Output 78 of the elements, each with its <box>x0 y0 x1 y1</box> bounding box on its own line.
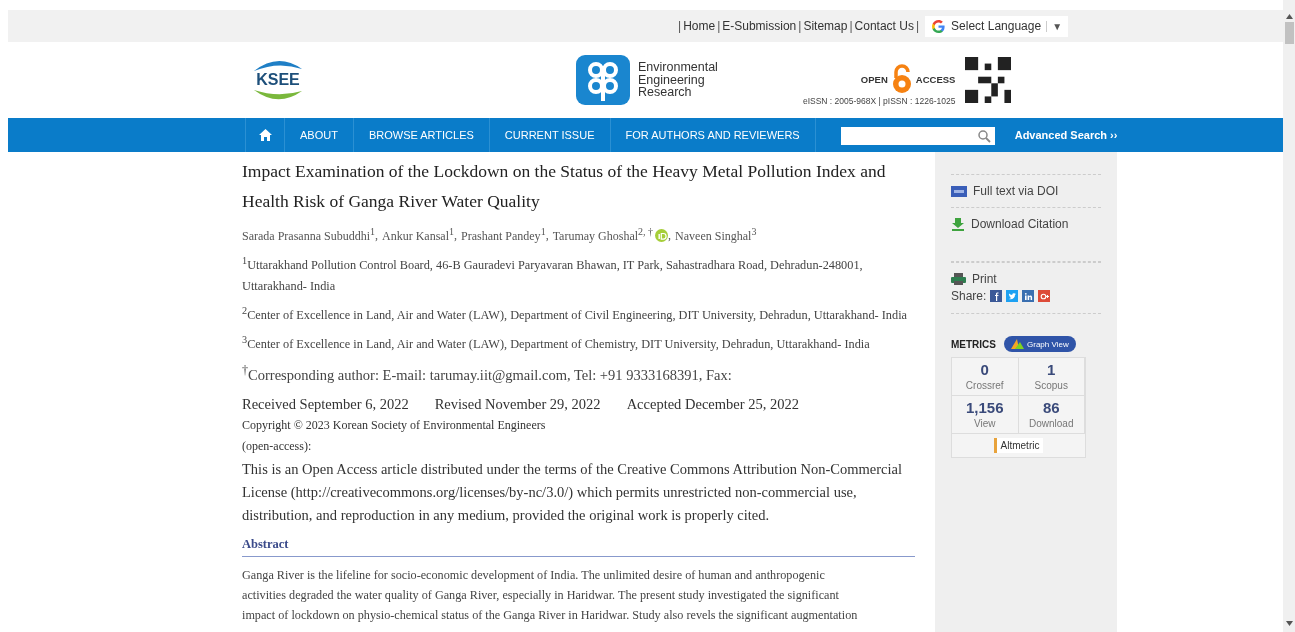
article-title: Impact Examination of the Lockdown on the Status of the Heavy Metal Pollution Index and Health Risk of Ganga River Water Quality <box>242 160 887 213</box>
share-label: Share: <box>951 289 987 303</box>
abstract-text: Ganga River is the lifeline for socio-economic development of India. The unlimited desire of human and anthropogenic <box>242 567 826 585</box>
side-link[interactable]: Download Citation <box>951 217 1101 231</box>
ksee-logo[interactable]: KSEE <box>248 58 308 102</box>
search-icon <box>977 129 991 143</box>
home-icon[interactable] <box>245 118 285 152</box>
author-name[interactable]: Sarada Prasanna Subuddhi$^{1}$ <box>242 226 375 244</box>
top-link[interactable]: Contact Us <box>854 19 914 33</box>
author-name[interactable]: Naveen Singhal$^{3}$ <box>675 226 757 244</box>
link-separator: | <box>798 19 802 33</box>
metric-label: Download <box>1029 418 1074 429</box>
author-name[interactable]: Tarumay Ghoshal$^{2, †}$ <box>552 226 654 244</box>
qr-code-icon <box>965 57 1012 103</box>
nav-item[interactable]: FOR AUTHORS AND REVIEWERS <box>610 118 816 152</box>
google-plus-share-icon[interactable] <box>1038 290 1051 302</box>
journal-name: Engineering <box>638 73 706 87</box>
metric-label: View <box>974 418 996 429</box>
author-name[interactable]: Ankur Kansal$^{1}$ <box>382 226 454 244</box>
metric-value: 0 <box>980 361 989 378</box>
scroll-up-icon[interactable] <box>1285 14 1293 19</box>
link-separator: | <box>717 19 721 33</box>
author-separator: , <box>668 227 672 243</box>
metric-label: Scopus <box>1034 380 1068 391</box>
abstract-text: impact of lockdown on physio-chemical status of the Ganga River in Haridwar. Study also revels the significant augmentation <box>242 607 859 625</box>
google-icon <box>931 18 947 34</box>
scroll-down-icon[interactable] <box>1285 621 1293 626</box>
top-link[interactable]: Home <box>683 19 716 33</box>
open-access-note: (open-access): <box>242 438 313 456</box>
scrollbar[interactable] <box>1283 0 1295 632</box>
chart-icon <box>1011 339 1024 349</box>
link-separator: | <box>849 19 853 33</box>
author-separator: , <box>375 227 378 243</box>
corresponding-author: $^{†}$Corresponding author: E-mail: tarumay.iit@gmail.com, Tel: +91 9333168391, Fax: <box>242 363 733 385</box>
top-link[interactable]: E-Submission <box>722 19 797 33</box>
article-date: Received September 6, 2022 <box>242 396 409 414</box>
doi-icon <box>951 185 967 197</box>
download-icon <box>951 217 965 231</box>
graph-view-button[interactable]: Graph View <box>1004 336 1076 352</box>
abstract-heading: Abstract <box>242 537 915 558</box>
article-date: Accepted December 25, 2022 <box>626 396 799 414</box>
license-text: This is an Open Access article distributed under the terms of the Creative Commons Attribution Non-Commercial License (http://creativecommons.org/licenses/by-nc/3.0/) which permits unrestricted non-commercial use, distribution, and reproduction in any medium, provided the original work is properly cited. <box>242 460 903 526</box>
journal-name: Research <box>638 86 692 99</box>
twitter-share-icon[interactable] <box>1006 290 1019 302</box>
metric-label: Crossref <box>965 380 1004 391</box>
affiliation-text: $^{2}$Center of Excellence in Land, Air and Water (LAW), Department of Civil Engineering, DIT University, Dehradun, Uttarakhand- India <box>242 304 909 325</box>
abstract-text: activities degraded the water quality of Ganga River, especially in Haridwar. The present study investigated the significant <box>242 587 840 605</box>
journal-logo-icon[interactable] <box>576 55 630 105</box>
author-name[interactable]: Prashant Pandey$^{1}$ <box>460 226 546 244</box>
author-separator: , <box>453 227 457 243</box>
affiliation-text: $^{3}$Center of Excellence in Land, Air and Water (LAW), Department of Chemistry, DIT University, Dehradun, Uttarakhand- India <box>242 333 871 354</box>
metric-value: 1,156 <box>965 399 1004 416</box>
facebook-share-icon[interactable] <box>990 290 1003 302</box>
issn-text: eISSN : 2005-968X | pISSN : 1226-1025 <box>802 96 956 106</box>
altmetric-badge[interactable]: Altmetric <box>993 438 1044 453</box>
author-separator: , <box>545 227 549 243</box>
open-access-label: ACCESS <box>915 73 956 85</box>
affiliation-text: $^{1}$Uttarakhand Pollution Control Board, 46-B Gauradevi Paryavaran Bhawan, IT Park, Sahastradhara Road, Dehradun-248001, Uttarakhand- India <box>242 254 864 296</box>
printer-icon <box>951 273 966 285</box>
nav-item[interactable]: CURRENT ISSUE <box>489 118 611 152</box>
linkedin-share-icon[interactable] <box>1022 290 1035 302</box>
journal-name: Environmental <box>638 61 718 74</box>
nav-item[interactable]: ABOUT <box>285 118 354 152</box>
side-link[interactable]: Full text via DOI <box>951 184 1101 198</box>
advanced-search-link[interactable]: Advanced Search ›› <box>1014 118 1118 152</box>
article-date: Revised November 29, 2022 <box>434 396 601 414</box>
nav-item[interactable]: BROWSE ARTICLES <box>353 118 490 152</box>
scrollbar-thumb[interactable] <box>1284 22 1294 44</box>
language-select[interactable]: Select Language ▼ <box>925 15 1069 37</box>
side-link[interactable]: Print <box>951 272 1101 286</box>
metric-value: 1 <box>1047 361 1056 378</box>
link-separator: | <box>678 19 682 33</box>
open-access-label: OPEN <box>860 73 888 85</box>
metrics-label: METRICS <box>951 338 996 350</box>
top-link[interactable]: Sitemap <box>803 19 848 33</box>
metric-value: 86 <box>1042 399 1060 416</box>
copyright-text: Copyright © 2023 Korean Society of Environmental Engineers <box>242 417 547 435</box>
link-separator: | <box>915 19 920 33</box>
